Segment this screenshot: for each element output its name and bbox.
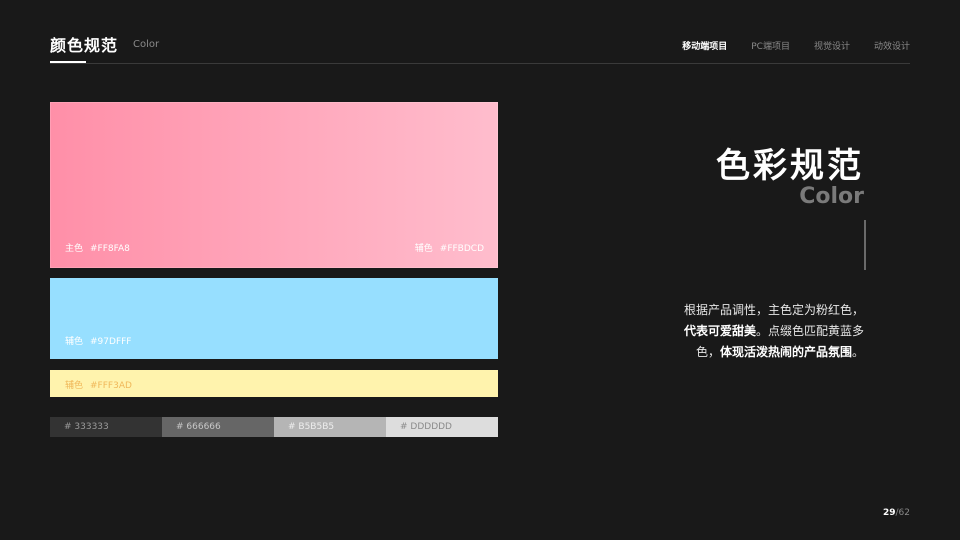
section-subtitle: Color	[799, 184, 864, 209]
gray-swatch-666666: # 666666	[162, 417, 274, 437]
nav-item-mobile[interactable]: 移动端项目	[682, 39, 727, 52]
yellow-color-label: 辅色 #FFF3AD	[65, 378, 132, 391]
nav-item-visual-design[interactable]: 视觉设计	[814, 39, 850, 52]
desc-line-3-pre: 色，	[695, 345, 720, 359]
top-nav: 移动端项目 PC端项目 视觉设计 动效设计	[658, 39, 910, 52]
description-text: 根据产品调性，主色定为粉红色， 代表可爱甜美。点缀色匹配黄蓝多 色，体现活泼热闹…	[634, 300, 864, 363]
primary-color-hex: #FF8FA8	[90, 244, 130, 254]
secondary-color-name: 辅色	[414, 244, 433, 254]
blue-color-label: 辅色 #97DFFF	[65, 334, 131, 347]
desc-line-3-bold: 体现活泼热闹的产品氛围	[719, 345, 852, 359]
gray-swatch-b5b5b5: # B5B5B5	[274, 417, 386, 437]
nav-item-pc[interactable]: PC端项目	[751, 39, 790, 52]
desc-line-2-bold: 代表可爱甜美	[683, 324, 756, 338]
gray-swatch-dddddd: # DDDDDD	[386, 417, 498, 437]
blue-color-name: 辅色	[65, 337, 84, 347]
blue-color-swatch: 辅色 #97DFFF	[50, 278, 498, 359]
yellow-color-hex: #FFF3AD	[90, 381, 132, 391]
desc-line-1: 根据产品调性，主色定为粉红色，	[683, 303, 864, 317]
primary-color-label: 主色 #FF8FA8	[65, 241, 130, 254]
page-number: 29/62	[882, 508, 910, 518]
gray-palette: # 333333 # 666666 # B5B5B5 # DDDDDD	[50, 417, 498, 437]
blue-color-hex: #97DFFF	[90, 337, 132, 347]
yellow-color-swatch: 辅色 #FFF3AD	[50, 370, 498, 397]
yellow-color-name: 辅色	[65, 381, 84, 391]
gray-swatch-333333: # 333333	[50, 417, 162, 437]
desc-line-2: 。点缀色匹配黄蓝多	[755, 324, 864, 338]
header-divider	[50, 63, 910, 64]
primary-color-swatch: 主色 #FF8FA8 辅色 #FFBDCD	[50, 102, 498, 268]
accent-divider	[864, 220, 866, 270]
secondary-color-label: 辅色 #FFBDCD	[415, 241, 484, 254]
secondary-color-hex: #FFBDCD	[439, 244, 484, 254]
nav-item-motion-design[interactable]: 动效设计	[874, 39, 910, 52]
page-current: 29	[882, 508, 896, 518]
desc-line-3-end: 。	[851, 345, 864, 359]
primary-color-name: 主色	[65, 244, 84, 254]
section-title: 色彩规范	[716, 146, 864, 186]
page-title: 颜色规范	[50, 36, 119, 55]
page-total: 62	[898, 508, 910, 518]
page-subtitle: Color	[133, 39, 160, 50]
